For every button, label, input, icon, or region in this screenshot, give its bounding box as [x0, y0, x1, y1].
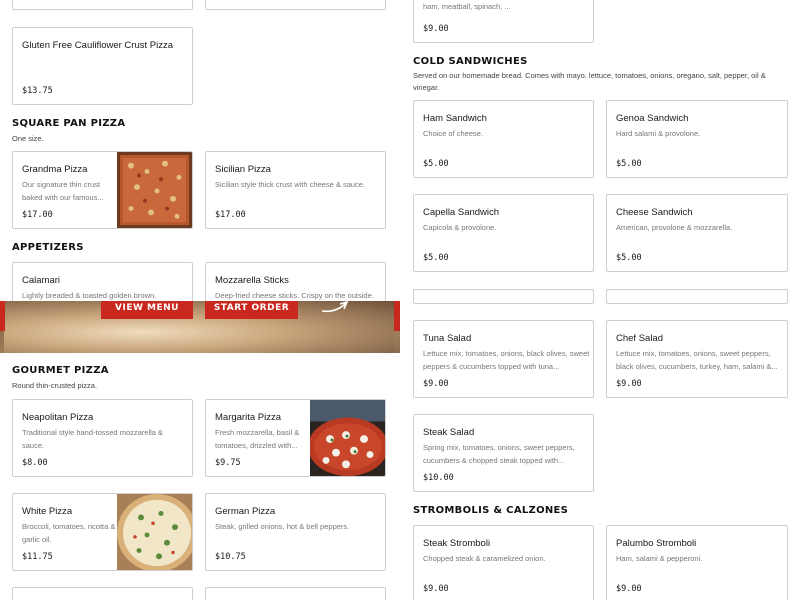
item-title: Calamari	[22, 275, 61, 286]
item-price: $10.00	[423, 473, 454, 483]
menu-item-steak-stromboli[interactable]: Steak Stromboli Chopped steak & carameli…	[413, 525, 594, 600]
item-price: $5.00	[616, 253, 642, 263]
item-description: Our signature thin crust baked with our …	[22, 180, 104, 202]
menu-item-sicilian-pizza[interactable]: Sicilian Pizza Sicilian style thick crus…	[205, 151, 386, 229]
item-title: Palumbo Stromboli	[616, 538, 697, 549]
item-price: $5.00	[423, 253, 449, 263]
item-description: Steak, grilled onions, hot & bell pepper…	[215, 522, 350, 531]
item-description: Traditional style hand-tossed mozzarella…	[22, 428, 164, 450]
section-subtitle: Round thin-crusted pizza.	[12, 381, 98, 390]
section-heading-appetizers: APPETIZERS	[12, 242, 84, 253]
grandma-pizza-photo	[117, 152, 192, 228]
menu-item-partial-top[interactable]: ham, meatball, spinach, ... $9.00	[413, 0, 594, 43]
item-price: $17.00	[22, 210, 53, 220]
item-price: $8.00	[22, 458, 48, 468]
item-price: $9.00	[616, 379, 642, 389]
banner-red-edge	[394, 301, 400, 331]
item-title: Neapolitan Pizza	[22, 412, 94, 423]
menu-item-white-pizza[interactable]: White Pizza Broccoli, tomatoes, ricotta …	[12, 493, 193, 571]
item-price: $9.00	[423, 584, 449, 594]
section-heading-strombolis: STROMBOLIS & CALZONES	[413, 505, 569, 516]
arrow-icon[interactable]	[320, 301, 350, 317]
item-description: ham, meatball, spinach, ...	[423, 2, 511, 11]
menu-item-cheese-sandwich[interactable]: Cheese Sandwich American, provolone & mo…	[606, 194, 788, 272]
item-price: $13.75	[22, 86, 53, 96]
item-price: $9.00	[423, 24, 449, 34]
menu-item-tuna-salad[interactable]: Tuna Salad Lettuce mix, tomatoes, onions…	[413, 320, 594, 398]
menu-card-partial[interactable]	[205, 587, 386, 600]
section-heading-cold-sandwiches: COLD SANDWICHES	[413, 56, 528, 67]
item-title: Steak Salad	[423, 427, 475, 438]
menu-item-capella-sandwich[interactable]: Capella Sandwich Capicola & provolone. $…	[413, 194, 594, 272]
item-description: Hard salami & provolone.	[616, 129, 701, 138]
item-price: $5.00	[616, 159, 642, 169]
section-heading-gourmet: GOURMET PIZZA	[12, 365, 109, 376]
item-description: Ham, salami & pepperoni.	[616, 554, 703, 563]
item-title: Capella Sandwich	[423, 207, 500, 218]
item-price: $9.00	[616, 584, 642, 594]
item-price: $9.75	[215, 458, 241, 468]
menu-card-collapsed[interactable]	[413, 289, 594, 304]
item-title: Mozzarella Sticks	[215, 275, 289, 286]
menu-item-genoa-sandwich[interactable]: Genoa Sandwich Hard salami & provolone. …	[606, 100, 788, 178]
menu-item-palumbo-stromboli[interactable]: Palumbo Stromboli Ham, salami & pepperon…	[606, 525, 788, 600]
item-title: German Pizza	[215, 506, 276, 517]
section-subtitle: Served on our homemade bread. Comes with…	[413, 71, 766, 92]
menu-item-german-pizza[interactable]: German Pizza Steak, grilled onions, hot …	[205, 493, 386, 571]
item-description: American, provolone & mozzarella.	[616, 223, 733, 232]
item-title: White Pizza	[22, 506, 73, 517]
start-order-button[interactable]: START ORDER	[205, 301, 298, 319]
item-price: $10.75	[215, 552, 246, 562]
item-title: Genoa Sandwich	[616, 113, 689, 124]
item-title: Tuna Salad	[423, 333, 472, 344]
item-price: $5.00	[423, 159, 449, 169]
view-menu-button[interactable]: VIEW MENU	[101, 301, 193, 319]
item-description: Fresh mozzarella, basil & tomatoes, driz…	[215, 428, 300, 450]
item-title: Cheese Sandwich	[616, 207, 693, 218]
item-description: Broccoli, tomatoes, ricotta & garlic oil…	[22, 522, 116, 544]
item-title: Grandma Pizza	[22, 164, 88, 175]
menu-card-partial[interactable]	[205, 0, 386, 10]
menu-item-grandma-pizza[interactable]: Grandma Pizza Our signature thin crust b…	[12, 151, 193, 229]
banner-red-edge	[0, 301, 5, 331]
item-price: $17.00	[215, 210, 246, 220]
menu-card-collapsed[interactable]	[606, 289, 788, 304]
item-description: Capicola & provolone.	[423, 223, 497, 232]
section-heading-square-pan: SQUARE PAN PIZZA	[12, 118, 126, 129]
menu-item-gluten-free-pizza[interactable]: Gluten Free Cauliflower Crust Pizza $13.…	[12, 27, 193, 105]
item-title: Sicilian Pizza	[215, 164, 271, 175]
item-title: Gluten Free Cauliflower Crust Pizza	[22, 40, 173, 51]
item-description: Lettuce mix, tomatoes, onions, black oli…	[423, 349, 590, 371]
item-price: $11.75	[22, 552, 53, 562]
menu-item-ham-sandwich[interactable]: Ham Sandwich Choice of cheese. $5.00	[413, 100, 594, 178]
item-description: Sicilian style thick crust with cheese &…	[215, 180, 366, 189]
menu-item-margarita-pizza[interactable]: Margarita Pizza Fresh mozzarella, basil …	[205, 399, 386, 477]
menu-card-partial[interactable]	[12, 0, 193, 10]
item-title: Ham Sandwich	[423, 113, 487, 124]
menu-item-steak-salad[interactable]: Steak Salad Spring mix, tomatoes, onions…	[413, 414, 594, 492]
item-price: $9.00	[423, 379, 449, 389]
section-subtitle: One size.	[12, 134, 44, 143]
menu-card-partial[interactable]	[12, 587, 193, 600]
item-description: Spring mix, tomatoes, onions, sweet pepp…	[423, 443, 575, 465]
promo-banner: VIEW MENU START ORDER	[0, 301, 400, 353]
item-description: Chopped steak & caramelized onion.	[423, 554, 546, 563]
menu-item-neapolitan-pizza[interactable]: Neapolitan Pizza Traditional style hand-…	[12, 399, 193, 477]
item-title: Chef Salad	[616, 333, 664, 344]
item-description: Lettuce mix, tomatoes, onions, sweet pep…	[616, 349, 778, 371]
menu-item-chef-salad[interactable]: Chef Salad Lettuce mix, tomatoes, onions…	[606, 320, 788, 398]
item-title: Margarita Pizza	[215, 412, 281, 423]
margarita-pizza-photo	[310, 400, 385, 476]
item-title: Steak Stromboli	[423, 538, 491, 549]
white-pizza-photo	[117, 494, 192, 570]
item-description: Choice of cheese.	[423, 129, 484, 138]
